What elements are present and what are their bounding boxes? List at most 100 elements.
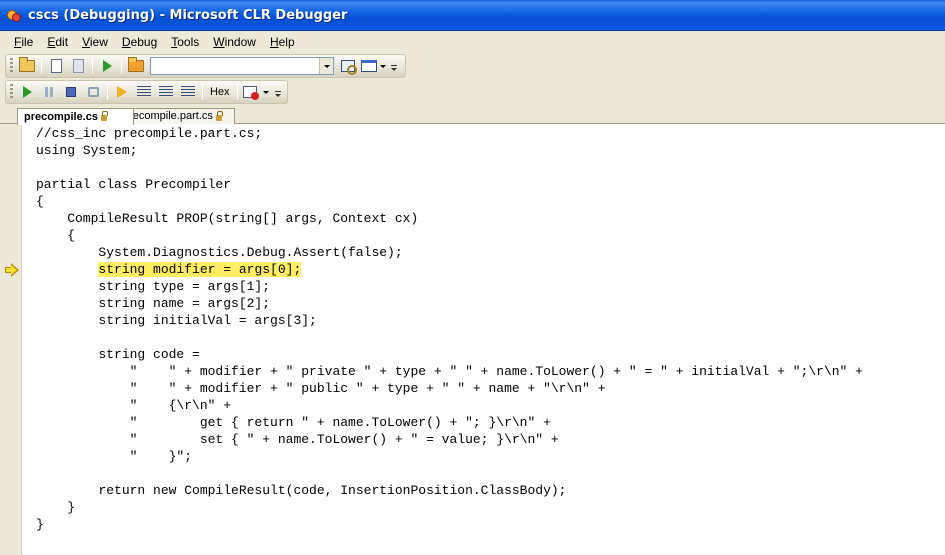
code-line-text: { bbox=[36, 194, 44, 209]
toolbar-separator bbox=[202, 84, 203, 100]
find-combo[interactable] bbox=[150, 57, 334, 75]
menu-bar: File Edit View Debug Tools Window Help bbox=[0, 31, 945, 53]
step-out-icon[interactable] bbox=[177, 81, 199, 103]
toolbar-separator bbox=[92, 58, 93, 74]
code-line[interactable]: } bbox=[36, 516, 863, 533]
toolbar-separator bbox=[107, 84, 108, 100]
toolbar-separator bbox=[41, 58, 42, 74]
solution-icon[interactable] bbox=[125, 55, 147, 77]
current-statement-highlight[interactable]: string modifier = args[0]; bbox=[98, 262, 302, 277]
code-line-text: partial class Precompiler bbox=[36, 177, 232, 192]
code-line[interactable]: return new CompileResult(code, Insertion… bbox=[36, 482, 863, 499]
step-into-icon[interactable] bbox=[133, 81, 155, 103]
code-line-text: { bbox=[36, 228, 76, 243]
debug-toolbar-row: Hex bbox=[0, 79, 945, 105]
code-line[interactable]: { bbox=[36, 227, 863, 244]
code-line-text: string name = args[2]; bbox=[36, 296, 271, 311]
tab-precompile-cs[interactable]: precompile.cs bbox=[17, 108, 134, 125]
standard-toolbar bbox=[5, 54, 406, 78]
window-title: cscs (Debugging) - Microsoft CLR Debugge… bbox=[28, 7, 348, 23]
code-line-text: string initialVal = args[3]; bbox=[36, 313, 317, 328]
toolbar-separator bbox=[236, 84, 238, 100]
code-line[interactable]: partial class Precompiler bbox=[36, 176, 863, 193]
code-line[interactable] bbox=[36, 329, 863, 346]
code-line[interactable] bbox=[36, 159, 863, 176]
code-line[interactable]: " }"; bbox=[36, 448, 863, 465]
menu-window[interactable]: Window bbox=[206, 33, 263, 51]
menu-tools[interactable]: Tools bbox=[164, 33, 206, 51]
code-line-text: //css_inc precompile.part.cs; bbox=[36, 126, 263, 141]
code-editor[interactable]: //css_inc precompile.part.cs; using Syste… bbox=[0, 124, 945, 555]
hex-button[interactable]: Hex bbox=[206, 82, 234, 102]
tab-label: precompile.cs bbox=[24, 110, 98, 123]
break-all-icon[interactable] bbox=[38, 81, 60, 103]
chevron-down-icon bbox=[379, 64, 386, 68]
debug-toolbar: Hex bbox=[5, 80, 288, 104]
lock-icon bbox=[215, 110, 223, 121]
code-line[interactable]: string code = bbox=[36, 346, 863, 363]
lock-icon bbox=[100, 111, 108, 121]
breakpoint-gutter[interactable] bbox=[0, 124, 22, 555]
menu-help[interactable]: Help bbox=[263, 33, 302, 51]
menu-view[interactable]: View bbox=[75, 33, 115, 51]
code-line[interactable]: string initialVal = args[3]; bbox=[36, 312, 863, 329]
code-line[interactable]: } bbox=[36, 499, 863, 516]
toolbar-grip[interactable] bbox=[10, 84, 13, 100]
copy-icon[interactable] bbox=[45, 55, 67, 77]
menu-edit[interactable]: Edit bbox=[40, 33, 75, 51]
code-line[interactable] bbox=[36, 465, 863, 482]
code-line-text: " set { " + name.ToLower() + " = value; … bbox=[36, 432, 559, 447]
code-line-text: return new CompileResult(code, Insertion… bbox=[36, 483, 567, 498]
code-line[interactable]: " " + modifier + " public " + type + " "… bbox=[36, 380, 863, 397]
code-line-text: System.Diagnostics.Debug.Assert(false); bbox=[36, 245, 403, 260]
start-icon[interactable] bbox=[96, 55, 118, 77]
code-line-text: " " + modifier + " public " + type + " "… bbox=[36, 381, 606, 396]
code-line[interactable]: System.Diagnostics.Debug.Assert(false); bbox=[36, 244, 863, 261]
toolbar-overflow-icon[interactable] bbox=[273, 81, 283, 103]
code-line[interactable]: " {\r\n" + bbox=[36, 397, 863, 414]
restart-icon[interactable] bbox=[82, 81, 104, 103]
code-line-text: CompileResult PROP(string[] args, Contex… bbox=[36, 211, 419, 226]
code-line-text: string code = bbox=[36, 347, 200, 362]
code-line-text: " {\r\n" + bbox=[36, 398, 232, 413]
show-next-statement-icon[interactable] bbox=[111, 81, 133, 103]
menu-file[interactable]: File bbox=[7, 33, 40, 51]
step-over-icon[interactable] bbox=[155, 81, 177, 103]
current-statement-arrow-icon bbox=[5, 263, 19, 277]
find-icon[interactable] bbox=[337, 55, 359, 77]
code-line[interactable]: using System; bbox=[36, 142, 863, 159]
code-line[interactable]: { bbox=[36, 193, 863, 210]
paste-icon[interactable] bbox=[67, 55, 89, 77]
toolbar-separator bbox=[121, 58, 122, 74]
menu-debug[interactable]: Debug bbox=[115, 33, 164, 51]
code-line[interactable]: " set { " + name.ToLower() + " = value; … bbox=[36, 431, 863, 448]
code-line[interactable]: string name = args[2]; bbox=[36, 295, 863, 312]
stop-debugging-icon[interactable] bbox=[60, 81, 82, 103]
code-line-text: } bbox=[36, 500, 76, 515]
document-tab-strip: precompile.part.cs precompile.cs bbox=[0, 105, 945, 125]
code-line[interactable]: " " + modifier + " private " + type + " … bbox=[36, 363, 863, 380]
combo-dropdown-icon[interactable] bbox=[319, 58, 333, 74]
title-bar: cscs (Debugging) - Microsoft CLR Debugge… bbox=[0, 0, 945, 31]
code-text[interactable]: //css_inc precompile.part.cs; using Syste… bbox=[36, 125, 863, 533]
standard-toolbar-row bbox=[0, 53, 945, 79]
code-line[interactable]: " get { return " + name.ToLower() + "; }… bbox=[36, 414, 863, 431]
code-line[interactable]: CompileResult PROP(string[] args, Contex… bbox=[36, 210, 863, 227]
breakpoints-icon[interactable] bbox=[241, 81, 271, 103]
command-window-icon[interactable] bbox=[359, 55, 387, 77]
code-line-text: " }"; bbox=[36, 449, 193, 464]
code-line-text: using System; bbox=[36, 143, 138, 158]
chevron-down-icon bbox=[262, 90, 269, 94]
continue-icon[interactable] bbox=[16, 81, 38, 103]
code-line[interactable]: string modifier = args[0]; bbox=[36, 261, 863, 278]
toolbar-overflow-icon[interactable] bbox=[389, 55, 399, 77]
code-line-text: } bbox=[36, 517, 44, 532]
debugger-app-icon bbox=[6, 7, 22, 23]
toolbar-grip[interactable] bbox=[10, 58, 13, 74]
open-folder-icon[interactable] bbox=[16, 55, 38, 77]
code-line[interactable]: string type = args[1]; bbox=[36, 278, 863, 295]
tab-label: precompile.part.cs bbox=[123, 110, 213, 122]
code-line[interactable]: //css_inc precompile.part.cs; bbox=[36, 125, 863, 142]
code-line-text: string type = args[1]; bbox=[36, 279, 271, 294]
